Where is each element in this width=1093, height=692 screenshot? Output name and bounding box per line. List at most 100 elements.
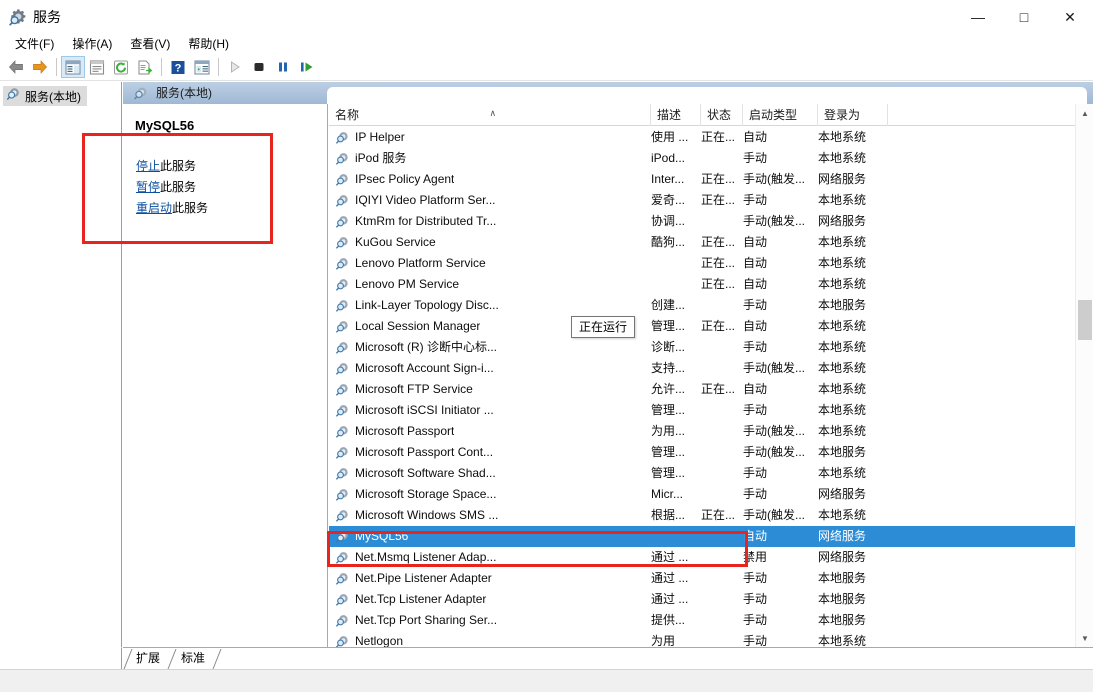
cell-description: 管理... <box>651 466 686 480</box>
table-row[interactable]: iPod 服务 iPod... 手动 本地系统 <box>329 148 1075 169</box>
table-row[interactable]: Microsoft Software Shad... 管理... 手动 本地系统 <box>329 463 1075 484</box>
pause-this-service-link[interactable]: 暂停此服务 <box>136 177 208 198</box>
cell-logon-as: 本地系统 <box>818 256 867 270</box>
cell-startup-type: 手动 <box>743 466 768 480</box>
back-arrow-icon[interactable] <box>4 56 28 78</box>
sort-ascending-icon: ∧ <box>489 108 497 118</box>
table-row[interactable]: Microsoft FTP Service 允许... 正在... 自动 本地系统 <box>329 379 1075 400</box>
table-row[interactable]: Net.Tcp Listener Adapter 通过 ... 手动 本地服务 <box>329 589 1075 610</box>
cell-service-name: Microsoft Account Sign-i... <box>355 361 494 375</box>
cell-status: 正在... <box>701 172 736 186</box>
stop-this-service-link[interactable]: 停止此服务 <box>136 156 208 177</box>
close-button[interactable]: ✕ <box>1047 0 1093 34</box>
menu-action[interactable]: 操作(A) <box>63 35 121 54</box>
minimize-button[interactable]: — <box>955 0 1001 34</box>
cell-logon-as: 本地系统 <box>818 235 867 249</box>
help-icon[interactable]: ? <box>166 56 190 78</box>
toolbar-separator-1 <box>56 58 57 76</box>
stop-service-icon[interactable] <box>247 56 271 78</box>
table-row[interactable]: Net.Tcp Port Sharing Ser... 提供... 手动 本地服务 <box>329 610 1075 631</box>
console-tree-pane: 服务(本地) <box>0 82 122 647</box>
column-startup-type[interactable]: 启动类型 <box>743 104 818 126</box>
table-row[interactable]: Microsoft Account Sign-i... 支持... 手动(触发...… <box>329 358 1075 379</box>
sidebar-item-services-local[interactable]: 服务(本地) <box>3 86 87 106</box>
cell-description: iPod... <box>651 151 686 165</box>
maximize-button[interactable]: □ <box>1001 0 1047 34</box>
cell-startup-type: 自动 <box>743 256 768 270</box>
table-row[interactable]: Lenovo Platform Service 正在... 自动 本地系统 <box>329 253 1075 274</box>
table-row[interactable]: Microsoft Passport 为用... 手动(触发... 本地系统 <box>329 421 1075 442</box>
table-row[interactable]: Microsoft Storage Space... Micr... 手动 网络服务 <box>329 484 1075 505</box>
service-gear-icon <box>335 424 350 439</box>
scroll-up-arrow-icon[interactable]: ▲ <box>1076 104 1093 122</box>
cell-logon-as: 网络服务 <box>818 550 867 564</box>
service-gear-icon <box>335 508 350 523</box>
table-row[interactable]: Net.Pipe Listener Adapter 通过 ... 手动 本地服务 <box>329 568 1075 589</box>
restart-service-icon[interactable] <box>295 56 319 78</box>
pause-service-icon[interactable] <box>271 56 295 78</box>
table-row[interactable]: Microsoft (R) 诊断中心标... 诊断... 手动 本地系统 <box>329 337 1075 358</box>
cell-service-name: IQIYI Video Platform Ser... <box>355 193 496 207</box>
table-row[interactable]: Link-Layer Topology Disc... 创建... 手动 本地服务 <box>329 295 1075 316</box>
cell-service-name: Net.Tcp Port Sharing Ser... <box>355 613 498 627</box>
service-gear-icon <box>335 340 350 355</box>
cell-logon-as: 本地系统 <box>818 361 867 375</box>
restart-this-service-link[interactable]: 重启动此服务 <box>136 198 208 219</box>
table-row[interactable]: MySQL56 自动 网络服务 <box>329 526 1075 547</box>
column-name[interactable]: 名称 ∧ <box>329 104 651 126</box>
properties-icon[interactable] <box>85 56 109 78</box>
refresh-icon[interactable] <box>109 56 133 78</box>
cell-service-name: KtmRm for Distributed Tr... <box>355 214 497 228</box>
table-row[interactable]: Microsoft Passport Cont... 管理... 手动(触发... 本… <box>329 442 1075 463</box>
menu-bar: 文件(F) 操作(A) 查看(V) 帮助(H) <box>0 34 1093 54</box>
cell-startup-type: 自动 <box>743 529 768 543</box>
table-row[interactable]: KtmRm for Distributed Tr... 协调... 手动(触发...… <box>329 211 1075 232</box>
table-row[interactable]: Netlogon 为用 手动 本地系统 <box>329 631 1075 647</box>
service-gear-icon <box>335 235 350 250</box>
scroll-down-arrow-icon[interactable]: ▼ <box>1076 629 1093 647</box>
table-row[interactable]: Microsoft iSCSI Initiator ... 管理... 手动 本地系统 <box>329 400 1075 421</box>
cell-service-name: Lenovo Platform Service <box>355 256 486 270</box>
stop-link-tail: 此服务 <box>160 159 197 173</box>
cell-logon-as: 本地服务 <box>818 571 867 585</box>
table-row[interactable]: Local Session Manager 管理... 正在... 自动 本地系统 <box>329 316 1075 337</box>
menu-help[interactable]: 帮助(H) <box>179 35 238 54</box>
table-row[interactable]: Lenovo PM Service 正在... 自动 本地系统 <box>329 274 1075 295</box>
service-gear-icon <box>335 487 350 502</box>
tab-extended[interactable]: 扩展 <box>132 648 164 669</box>
table-row[interactable]: KuGou Service 酷狗... 正在... 自动 本地系统 <box>329 232 1075 253</box>
start-service-icon[interactable] <box>223 56 247 78</box>
menu-view[interactable]: 查看(V) <box>121 35 179 54</box>
cell-logon-as: 本地系统 <box>818 403 867 417</box>
mmc-result-pane: 服务(本地) MySQL56 停止此服务 暂停此服务 重启动此服务 名称 ∧ 描… <box>123 82 1093 647</box>
service-gear-icon <box>335 319 350 334</box>
export-list-icon[interactable] <box>133 56 157 78</box>
column-status[interactable]: 状态 <box>701 104 743 126</box>
table-row[interactable]: IPsec Policy Agent Inter... 正在... 手动(触发... 网… <box>329 169 1075 190</box>
cell-logon-as: 本地服务 <box>818 298 867 312</box>
cell-service-name: Microsoft Passport <box>355 424 455 438</box>
cell-logon-as: 本地服务 <box>818 592 867 606</box>
service-gear-icon <box>335 277 350 292</box>
table-row[interactable]: IP Helper 使用 ... 正在... 自动 本地系统 <box>329 127 1075 148</box>
table-row[interactable]: IQIYI Video Platform Ser... 爱奇... 正在... 手动 本… <box>329 190 1075 211</box>
list-vertical-scrollbar[interactable]: ▲ ▼ <box>1075 104 1093 647</box>
scrollbar-thumb[interactable] <box>1078 300 1092 340</box>
tab-standard[interactable]: 标准 <box>177 648 209 669</box>
forward-arrow-icon[interactable] <box>28 56 52 78</box>
column-logon-as[interactable]: 登录为 <box>818 104 888 126</box>
menu-file[interactable]: 文件(F) <box>6 35 63 54</box>
cell-service-name: Local Session Manager <box>355 319 481 333</box>
show-hide-tree-icon[interactable] <box>61 56 85 78</box>
show-details-icon[interactable] <box>190 56 214 78</box>
toolbar-divider <box>0 80 1093 81</box>
table-row[interactable]: Net.Msmq Listener Adap... 通过 ... 禁用 网络服务 <box>329 547 1075 568</box>
view-tab-strip: 扩展 标准 <box>123 647 1093 669</box>
cell-logon-as: 本地系统 <box>818 634 867 647</box>
table-row[interactable]: Microsoft Windows SMS ... 根据... 正在... 手动(触发… <box>329 505 1075 526</box>
service-gear-icon <box>335 151 350 166</box>
service-gear-icon <box>335 550 350 565</box>
cell-service-name: KuGou Service <box>355 235 436 249</box>
column-description[interactable]: 描述 <box>651 104 701 126</box>
service-gear-icon <box>335 403 350 418</box>
